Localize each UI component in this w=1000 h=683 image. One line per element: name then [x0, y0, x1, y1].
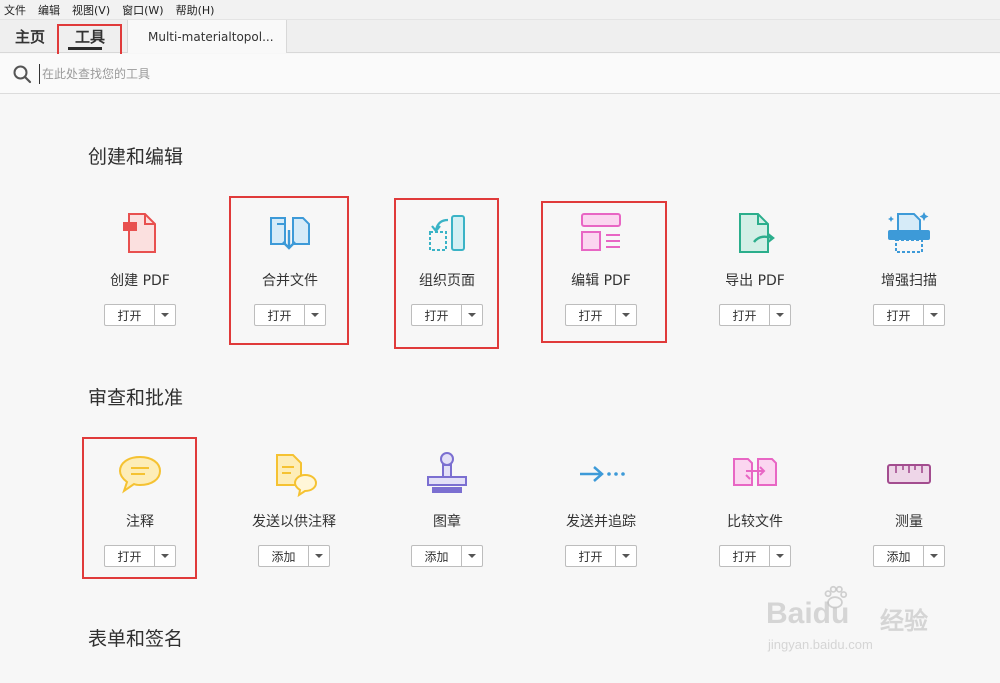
tab-bar: 主页 工具 Multi-materialtopol... [0, 20, 1000, 53]
chevron-down-icon [161, 313, 169, 317]
tool-label: 图章 [433, 514, 461, 530]
search-bar [0, 54, 1000, 94]
tool-label: 导出 PDF [725, 273, 785, 289]
search-icon[interactable] [12, 64, 32, 84]
measure-icon [887, 464, 931, 484]
watermark-brand-cn: 经验 [880, 608, 928, 635]
dropdown-button[interactable] [924, 305, 944, 325]
tool-button-group: 打开 [104, 304, 176, 326]
menu-help[interactable]: 帮助(H) [176, 2, 215, 18]
tool-compare-files[interactable]: 比较文件 打开 [685, 441, 825, 581]
tab-home[interactable]: 主页 [6, 20, 54, 53]
stamp-icon [427, 452, 467, 493]
open-button[interactable]: 打开 [874, 305, 924, 325]
section-title-create-edit: 创建和编辑 [88, 146, 184, 168]
chevron-down-icon [776, 313, 784, 317]
create-pdf-icon [123, 213, 156, 253]
open-button[interactable]: 打开 [720, 305, 770, 325]
export-pdf-icon [739, 213, 775, 253]
tool-label: 增强扫描 [881, 273, 937, 289]
highlight-box-organize-pages [394, 198, 499, 349]
enhance-scan-icon [888, 212, 930, 253]
chevron-down-icon [468, 554, 476, 558]
highlight-box-edit-pdf [541, 201, 667, 343]
dropdown-button[interactable] [462, 546, 482, 566]
baidu-watermark: Baidu 经验 jingyan.baidu.com [760, 585, 960, 665]
tool-stamp[interactable]: 图章 添加 [377, 441, 517, 581]
tool-label: 发送并追踪 [566, 514, 636, 530]
add-button[interactable]: 添加 [874, 546, 924, 566]
watermark-url: jingyan.baidu.com [768, 637, 873, 652]
tool-export-pdf[interactable]: 导出 PDF 打开 [685, 200, 825, 340]
menu-file[interactable]: 文件 [4, 2, 26, 18]
dropdown-button[interactable] [155, 305, 175, 325]
tool-button-group: 打开 [873, 304, 945, 326]
tool-send-for-comments[interactable]: 发送以供注释 添加 [224, 441, 364, 581]
tool-button-group: 打开 [719, 545, 791, 567]
highlight-box-comment [82, 437, 197, 579]
dropdown-button[interactable] [770, 305, 790, 325]
dropdown-button[interactable] [770, 546, 790, 566]
tool-button-group: 打开 [719, 304, 791, 326]
add-button[interactable]: 添加 [412, 546, 462, 566]
tool-button-group: 打开 [565, 545, 637, 567]
tool-label: 创建 PDF [110, 273, 170, 289]
tab-document[interactable]: Multi-materialtopol... [127, 20, 287, 53]
tool-send-and-track[interactable]: 发送并追踪 打开 [531, 441, 671, 581]
tool-create-pdf[interactable]: 创建 PDF 打开 [70, 200, 210, 340]
tool-measure[interactable]: 测量 添加 [839, 441, 979, 581]
tool-label: 测量 [895, 514, 923, 530]
dropdown-button[interactable] [616, 546, 636, 566]
dropdown-button[interactable] [309, 546, 329, 566]
highlight-box-combine-files [229, 196, 349, 345]
open-button[interactable]: 打开 [566, 546, 616, 566]
tool-button-group: 添加 [258, 545, 330, 567]
chevron-down-icon [622, 554, 630, 558]
tool-button-group: 添加 [411, 545, 483, 567]
chevron-down-icon [930, 313, 938, 317]
chevron-down-icon [776, 554, 784, 558]
tool-label: 发送以供注释 [252, 514, 336, 530]
menu-bar: 文件 编辑 视图(V) 窗口(W) 帮助(H) [0, 0, 1000, 20]
section-title-review-approve: 审查和批准 [88, 387, 184, 409]
chevron-down-icon [930, 554, 938, 558]
compare-files-icon [733, 458, 777, 486]
menu-edit[interactable]: 编辑 [38, 2, 60, 18]
tool-button-group: 添加 [873, 545, 945, 567]
add-button[interactable]: 添加 [259, 546, 309, 566]
search-input[interactable] [39, 64, 539, 84]
tool-label: 比较文件 [727, 514, 783, 530]
watermark-brand: Baidu [766, 597, 850, 630]
open-button[interactable]: 打开 [105, 305, 155, 325]
menu-view[interactable]: 视图(V) [72, 2, 110, 18]
dropdown-button[interactable] [924, 546, 944, 566]
tool-enhance-scan[interactable]: 增强扫描 打开 [839, 200, 979, 340]
menu-window[interactable]: 窗口(W) [122, 2, 163, 18]
send-for-comments-icon [276, 454, 318, 498]
chevron-down-icon [315, 554, 323, 558]
send-and-track-icon [580, 466, 625, 482]
open-button[interactable]: 打开 [720, 546, 770, 566]
section-title-forms-signatures: 表单和签名 [88, 628, 184, 650]
